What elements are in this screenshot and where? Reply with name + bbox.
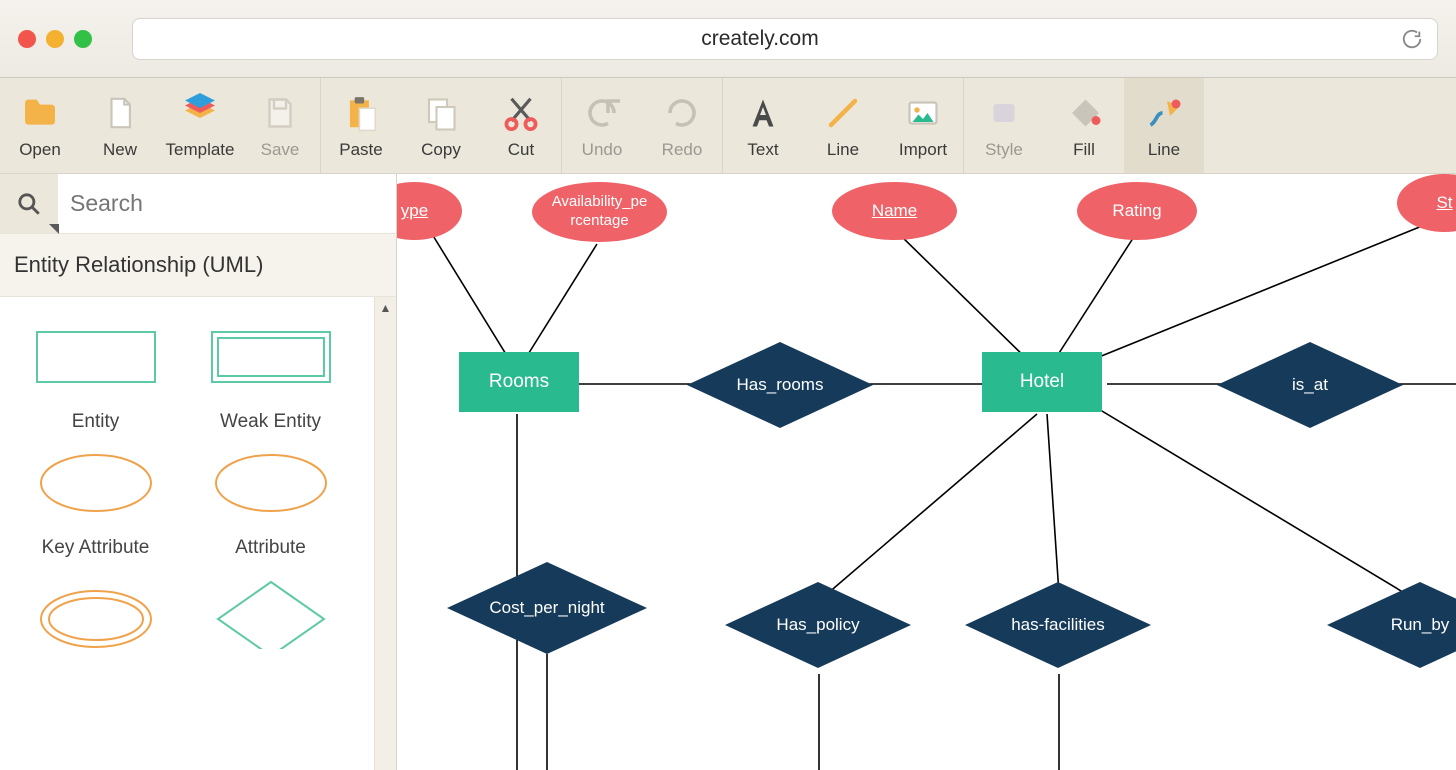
relationship-label: Cost_per_night xyxy=(447,562,647,654)
shape-sidebar: Entity Relationship (UML) ▲ Entity Weak … xyxy=(0,174,397,770)
relationship-has-policy[interactable]: Has_policy xyxy=(725,582,911,668)
entity-rooms[interactable]: Rooms xyxy=(459,352,579,412)
shape-label: Key Attribute xyxy=(42,537,150,559)
relationship-is-at[interactable]: is_at xyxy=(1217,342,1403,428)
line-style-label: Line xyxy=(1148,140,1180,160)
shape-entity[interactable]: Entity xyxy=(8,317,183,433)
new-label: New xyxy=(103,140,137,160)
window-close-icon[interactable] xyxy=(18,30,36,48)
import-icon xyxy=(902,92,944,134)
url-text: creately.com xyxy=(701,27,818,51)
attribute-label: Availability_pe rcentage xyxy=(552,193,648,231)
url-bar[interactable]: creately.com xyxy=(132,18,1438,60)
copy-icon xyxy=(420,92,462,134)
text-icon xyxy=(742,92,784,134)
entity-hotel[interactable]: Hotel xyxy=(982,352,1102,412)
attribute-name[interactable]: Name xyxy=(832,182,957,240)
palette-scrollbar[interactable]: ▲ xyxy=(374,297,396,770)
scroll-up-icon[interactable]: ▲ xyxy=(375,297,396,319)
attribute-label: ype xyxy=(401,200,428,221)
relationship-label: is_at xyxy=(1217,342,1403,428)
redo-label: Redo xyxy=(662,140,703,160)
line-style-button[interactable]: Line xyxy=(1124,78,1204,173)
attribute-label: St xyxy=(1436,192,1452,213)
template-label: Template xyxy=(166,140,235,160)
browser-chrome: creately.com xyxy=(0,0,1456,78)
import-button[interactable]: Import xyxy=(883,78,963,173)
paste-label: Paste xyxy=(339,140,382,160)
relationship-cost-per-night[interactable]: Cost_per_night xyxy=(447,562,647,654)
shape-palette: ▲ Entity Weak Entity Key Attribute Attr xyxy=(0,297,396,770)
relationship-label: Has_rooms xyxy=(687,342,873,428)
relationship-has-rooms[interactable]: Has_rooms xyxy=(687,342,873,428)
open-button[interactable]: Open xyxy=(0,78,80,173)
shape-label: Weak Entity xyxy=(220,411,321,433)
relationship-label: has-facilities xyxy=(965,582,1151,668)
shape-label: Attribute xyxy=(235,537,306,559)
relationship-label: Has_policy xyxy=(725,582,911,668)
undo-icon xyxy=(581,92,623,134)
line-tool-button[interactable]: Line xyxy=(803,78,883,173)
diagram-canvas[interactable]: ype Availability_pe rcentage Name Rating… xyxy=(397,174,1456,770)
fill-label: Fill xyxy=(1073,140,1095,160)
style-label: Style xyxy=(985,140,1023,160)
refresh-icon[interactable] xyxy=(1401,28,1423,50)
line-icon xyxy=(822,92,864,134)
copy-label: Copy xyxy=(421,140,461,160)
style-button: Style xyxy=(964,78,1044,173)
save-button: Save xyxy=(240,78,320,173)
open-label: Open xyxy=(19,140,61,160)
entity-label: Hotel xyxy=(1020,371,1064,393)
cut-button[interactable]: Cut xyxy=(481,78,561,173)
paste-icon xyxy=(340,92,382,134)
shape-multi-attribute[interactable] xyxy=(8,569,183,649)
relationship-run-by[interactable]: Run_by xyxy=(1327,582,1456,668)
window-minimize-icon[interactable] xyxy=(46,30,64,48)
copy-button[interactable]: Copy xyxy=(401,78,481,173)
line-label: Line xyxy=(827,140,859,160)
relationship-has-facilities[interactable]: has-facilities xyxy=(965,582,1151,668)
search-icon[interactable] xyxy=(0,174,58,233)
text-label: Text xyxy=(747,140,778,160)
cut-label: Cut xyxy=(508,140,534,160)
style-icon xyxy=(983,92,1025,134)
undo-label: Undo xyxy=(582,140,623,160)
paste-button[interactable]: Paste xyxy=(321,78,401,173)
attribute-label: Rating xyxy=(1112,200,1161,221)
folder-icon xyxy=(19,92,61,134)
search-input[interactable] xyxy=(58,174,396,233)
fill-button[interactable]: Fill xyxy=(1044,78,1124,173)
import-label: Import xyxy=(899,140,947,160)
traffic-lights xyxy=(18,30,92,48)
attribute-rating[interactable]: Rating xyxy=(1077,182,1197,240)
undo-button: Undo xyxy=(562,78,642,173)
redo-button: Redo xyxy=(642,78,722,173)
new-file-icon xyxy=(99,92,141,134)
shape-label: Entity xyxy=(72,411,120,433)
shape-attribute[interactable]: Attribute xyxy=(183,443,358,559)
save-label: Save xyxy=(261,140,300,160)
relationship-label: Run_by xyxy=(1327,582,1456,668)
redo-icon xyxy=(661,92,703,134)
attribute-label: Name xyxy=(872,200,917,221)
template-icon xyxy=(179,92,221,134)
shape-key-attribute[interactable]: Key Attribute xyxy=(8,443,183,559)
line-style-icon xyxy=(1143,92,1185,134)
palette-title[interactable]: Entity Relationship (UML) xyxy=(0,234,396,297)
text-tool-button[interactable]: Text xyxy=(723,78,803,173)
window-maximize-icon[interactable] xyxy=(74,30,92,48)
toolbar: Open New Template Save xyxy=(0,78,1456,174)
save-icon xyxy=(259,92,301,134)
cut-icon xyxy=(500,92,542,134)
diagram-edges xyxy=(397,174,1456,770)
search-row xyxy=(0,174,396,234)
shape-relationship[interactable] xyxy=(183,569,358,649)
fill-icon xyxy=(1063,92,1105,134)
template-button[interactable]: Template xyxy=(160,78,240,173)
shape-weak-entity[interactable]: Weak Entity xyxy=(183,317,358,433)
entity-label: Rooms xyxy=(489,371,549,393)
attribute-availability[interactable]: Availability_pe rcentage xyxy=(532,182,667,242)
new-button[interactable]: New xyxy=(80,78,160,173)
